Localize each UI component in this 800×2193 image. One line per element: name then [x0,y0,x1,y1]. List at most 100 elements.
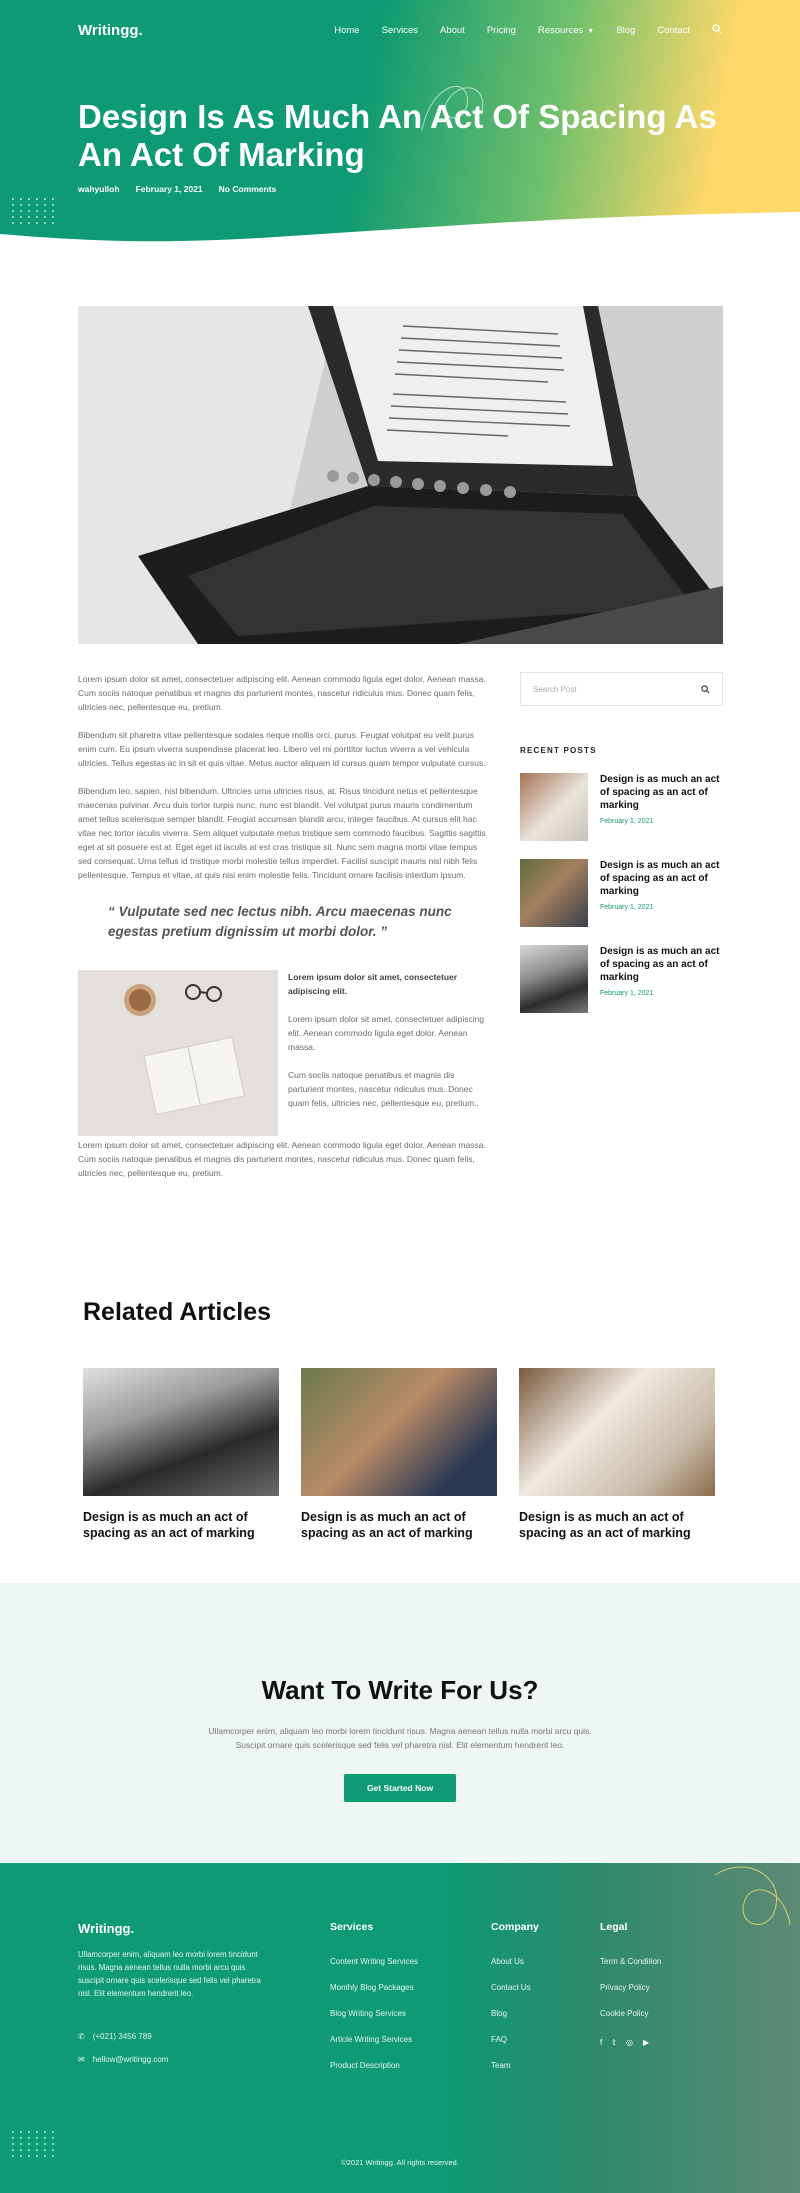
related-article-image[interactable] [519,1368,715,1496]
footer-link[interactable]: Article Writing Services [330,2035,418,2044]
post-author[interactable]: wahyulloh [78,184,120,194]
search-icon[interactable] [701,684,710,694]
cta-section: Want To Write For Us? Ullamcorper enim, … [0,1583,800,1863]
post-meta: wahyulloh February 1, 2021 No Comments [78,184,276,194]
nav-about[interactable]: About [440,25,465,36]
footer-email[interactable]: ✉ hellow@writingg.com [78,2055,268,2064]
footer-services: Services Content Writing Services Monthl… [330,1921,418,2087]
footer-description: Ullamcorper enim, aliquam leo morbi lore… [78,1950,261,1998]
footer-link[interactable]: Product Description [330,2061,418,2070]
footer-link[interactable]: Privacy Policy [600,1983,661,1992]
footer-link[interactable]: Cookie Policy [600,2009,661,2018]
nav-resources-label: Resources [537,25,584,36]
copyright: ©2021 Writingg. All rights reserved. [341,2158,459,2167]
recent-post-thumbnail[interactable] [520,773,588,841]
post-comments[interactable]: No Comments [219,184,277,194]
recent-post-title[interactable]: Design is as much an act of spacing as a… [600,945,723,984]
media-heading: Lorem ipsum dolor sit amet, consectetuer… [288,972,458,996]
nav-services[interactable]: Services [382,25,418,36]
site-logo[interactable]: Writingg. [78,22,143,39]
youtube-icon[interactable]: ▶ [643,2038,649,2047]
post-date[interactable]: February 1, 2021 [136,184,203,194]
recent-posts-title: RECENT POSTS [520,746,597,755]
recent-post-item[interactable]: Design is as much an act of spacing as a… [520,773,723,841]
footer-link[interactable]: Blog [491,2009,539,2018]
recent-post-title[interactable]: Design is as much an act of spacing as a… [600,773,723,812]
sidebar: Search Post RECENT POSTS Design is as mu… [520,672,723,1013]
nav-blog[interactable]: Blog [616,25,635,36]
book-coffee-image [78,970,278,1136]
footer-legal: Legal Term & Condition Privacy Policy Co… [600,1921,661,2047]
recent-post-date: February 1, 2021 [600,990,654,997]
footer-link[interactable]: Monthly Blog Packages [330,1983,418,1992]
blockquote: “ Vulputate sed nec lectus nibh. Arcu ma… [108,904,452,939]
footer-column-title: Services [330,1921,374,1933]
facebook-icon[interactable]: f [600,2038,602,2047]
footer-link[interactable]: Team [491,2061,539,2070]
related-article-card[interactable]: Design is as much an act of spacing as a… [301,1368,497,1541]
nav-home[interactable]: Home [334,25,359,36]
recent-post-date: February 1, 2021 [600,818,654,825]
footer-column-title: Legal [600,1921,628,1933]
search-input[interactable]: Search Post [533,685,577,694]
featured-image [78,306,723,644]
recent-post-thumbnail[interactable] [520,945,588,1013]
get-started-button[interactable]: Get Started Now [344,1774,456,1802]
recent-post-item[interactable]: Design is as much an act of spacing as a… [520,945,723,1013]
paragraph: Lorem ipsum dolor sit amet, consectetuer… [288,1014,485,1052]
footer-link[interactable]: Contact Us [491,1983,539,1992]
footer-link[interactable]: Content Writing Services [330,1957,418,1966]
recent-post-date: February 1, 2021 [600,904,654,911]
footer-link[interactable]: About Us [491,1957,539,1966]
footer-link[interactable]: FAQ [491,2035,539,2044]
related-article-image[interactable] [301,1368,497,1496]
post-content: Lorem ipsum dolor sit amet, consectetuer… [78,672,492,1194]
chevron-down-icon: ▼ [587,28,595,35]
recent-post-thumbnail[interactable] [520,859,588,927]
related-article-title[interactable]: Design is as much an act of spacing as a… [301,1509,497,1541]
footer-company: Company About Us Contact Us Blog FAQ Tea… [491,1921,539,2087]
main-menu: Home Services About Pricing Resources ▼ B… [334,24,722,37]
related-article-title[interactable]: Design is as much an act of spacing as a… [83,1509,279,1541]
paragraph: Bibendum sit pharetra vitae pellentesque… [78,730,486,768]
email-address: hellow@writingg.com [92,2055,169,2064]
footer: Writingg. Ullamcorper enim, aliquam leo … [0,1863,800,2193]
footer-phone[interactable]: ✆ (+021) 3456 789 [78,2032,268,2041]
recent-post-title[interactable]: Design is as much an act of spacing as a… [600,859,723,898]
media-block: Lorem ipsum dolor sit amet, consectetuer… [78,970,492,1136]
decorative-dots [12,2131,56,2157]
recent-post-item[interactable]: Design is as much an act of spacing as a… [520,859,723,927]
paragraph: Cum sociis natoque penatibus et magnis d… [288,1070,479,1108]
search-box[interactable]: Search Post [520,672,723,706]
related-article-card[interactable]: Design is as much an act of spacing as a… [519,1368,715,1541]
related-articles-heading: Related Articles [83,1298,272,1326]
hero-section: Writingg. Home Services About Pricing Re… [0,0,800,250]
cta-heading: Want To Write For Us? [261,1675,539,1705]
media-text: Lorem ipsum dolor sit amet, consectetuer… [288,970,492,1136]
paragraph: Lorem ipsum dolor sit amet, consectetuer… [78,674,486,712]
paragraph: Bibendum leo, sapien, nisl bibendum. Ult… [78,786,486,880]
nav-contact[interactable]: Contact [657,25,690,36]
instagram-icon[interactable]: ◎ [626,2038,633,2047]
nav-pricing[interactable]: Pricing [487,25,516,36]
decorative-swirl [714,1866,791,1926]
related-article-card[interactable]: Design is as much an act of spacing as a… [83,1368,279,1541]
social-links: f 𝕥 ◎ ▶ [600,2038,661,2047]
related-articles-list: Design is as much an act of spacing as a… [83,1368,715,1541]
related-article-title[interactable]: Design is as much an act of spacing as a… [519,1509,715,1541]
cta-text: Ullamcorper enim, aliquam leo morbi lore… [208,1726,592,1750]
mail-icon: ✉ [78,2055,85,2064]
search-icon[interactable] [712,24,722,37]
hero-wave [0,212,800,250]
footer-logo[interactable]: Writingg. [78,1921,268,1936]
post-title: Design Is As Much An Act Of Spacing As A… [78,98,717,173]
paragraph: Lorem ipsum dolor sit amet, consectetuer… [78,1140,486,1178]
phone-number: (+021) 3456 789 [92,2032,152,2041]
twitter-icon[interactable]: 𝕥 [612,2038,616,2047]
footer-link[interactable]: Blog Writing Services [330,2009,418,2018]
footer-about: Writingg. Ullamcorper enim, aliquam leo … [78,1921,268,2064]
related-article-image[interactable] [83,1368,279,1496]
footer-link[interactable]: Term & Condition [600,1957,661,1966]
footer-column-title: Company [491,1921,539,1933]
nav-resources[interactable]: Resources ▼ [538,25,594,36]
